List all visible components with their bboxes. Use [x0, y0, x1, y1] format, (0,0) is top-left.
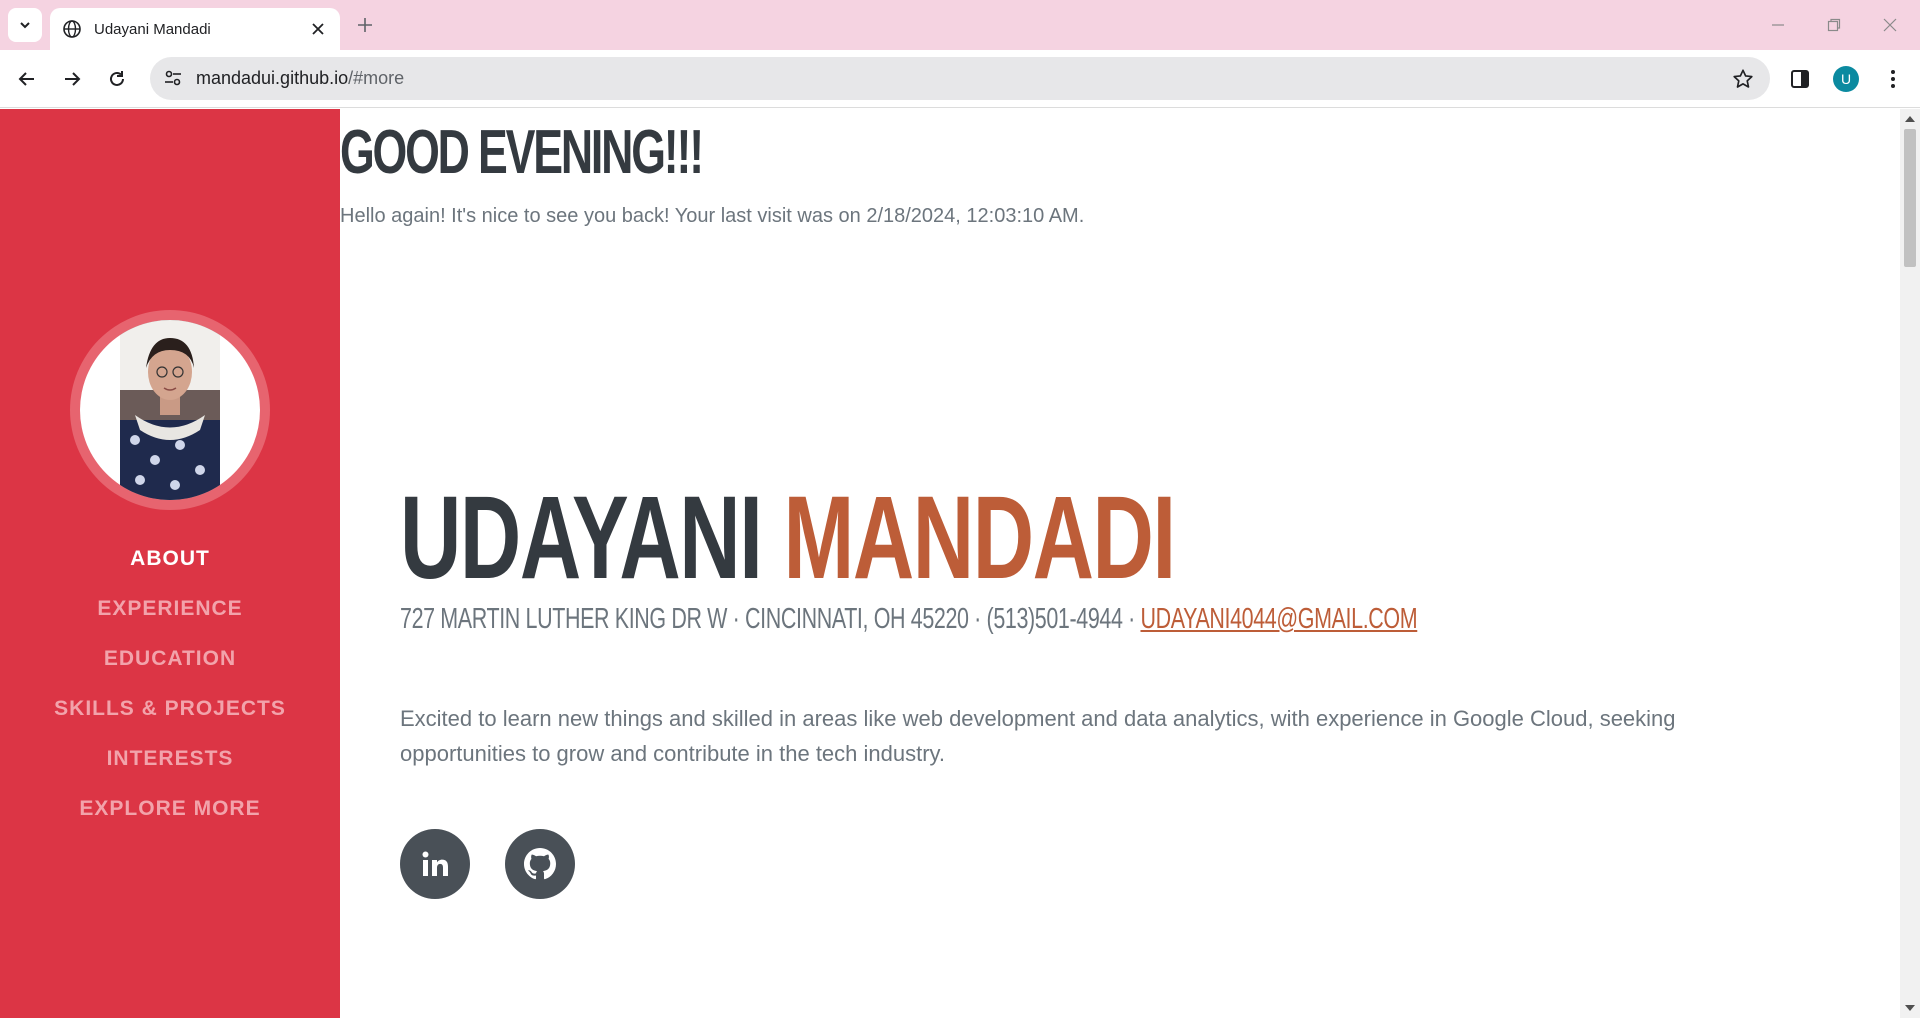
close-window-button[interactable]: [1862, 0, 1918, 50]
close-icon: [1883, 18, 1897, 32]
first-name: UDAYANI: [400, 472, 763, 604]
full-name-heading: UDAYANI MANDADI: [400, 479, 1176, 597]
site-info-icon[interactable]: [162, 67, 186, 91]
greeting-heading: GOOD EVENING!!!: [340, 118, 704, 187]
linkedin-icon: [422, 851, 448, 876]
tab-search-button[interactable]: [8, 8, 42, 42]
restore-button[interactable]: [1806, 0, 1862, 50]
address-text: 727 MARTIN LUTHER KING DR W · CINCINNATI…: [400, 603, 1141, 635]
arrow-right-icon: [65, 72, 81, 86]
new-tab-button[interactable]: [352, 12, 378, 38]
summary-text: Excited to learn new things and skilled …: [400, 706, 1676, 766]
side-panel-icon: [1791, 70, 1809, 88]
side-panel-button[interactable]: [1785, 64, 1815, 94]
sidebar: ABOUT EXPERIENCE EDUCATION SKILLS & PROJ…: [0, 109, 340, 1018]
browser-tab[interactable]: Udayani Mandadi: [50, 8, 340, 50]
email-link[interactable]: UDAYANI4044@GMAIL.COM: [1140, 603, 1417, 635]
url-host: mandadui.github.io: [196, 68, 349, 88]
chevron-down-icon: [20, 22, 30, 29]
last-name: MANDADI: [783, 472, 1177, 604]
reload-button[interactable]: [100, 62, 134, 96]
minimize-button[interactable]: [1750, 0, 1806, 50]
arrow-left-icon: [18, 72, 34, 86]
plus-icon: [358, 18, 372, 32]
close-tab-icon[interactable]: [308, 19, 328, 39]
profile-photo-frame: [70, 310, 270, 510]
nav-education[interactable]: EDUCATION: [0, 634, 340, 684]
minimize-icon: [1772, 24, 1784, 26]
url-path: /#more: [348, 68, 405, 88]
restore-icon: [1827, 18, 1841, 32]
main-content: GOOD EVENING!!! Hello again! It's nice t…: [340, 109, 1900, 1018]
nav-interests[interactable]: INTERESTS: [0, 734, 340, 784]
visit-message: Hello again! It's nice to see you back! …: [340, 205, 1085, 227]
more-vert-icon: [1891, 70, 1895, 88]
nav-about[interactable]: ABOUT: [0, 534, 340, 584]
back-button[interactable]: [10, 62, 44, 96]
nav-experience[interactable]: EXPERIENCE: [0, 584, 340, 634]
sidebar-nav: ABOUT EXPERIENCE EDUCATION SKILLS & PROJ…: [0, 534, 340, 834]
nav-skills-projects[interactable]: SKILLS & PROJECTS: [0, 684, 340, 734]
forward-button[interactable]: [55, 62, 89, 96]
tab-title: Udayani Mandadi: [94, 20, 211, 38]
globe-icon: [62, 19, 82, 39]
page-viewport: ABOUT EXPERIENCE EDUCATION SKILLS & PROJ…: [0, 109, 1920, 1018]
linkedin-button[interactable]: [400, 829, 470, 899]
url-text[interactable]: mandadui.github.io/#more: [196, 68, 1730, 89]
scroll-down-icon[interactable]: [1904, 1002, 1916, 1014]
profile-photo: [80, 320, 260, 500]
scrollbar-thumb[interactable]: [1904, 129, 1916, 267]
github-button[interactable]: [505, 829, 575, 899]
page-scrollbar[interactable]: [1900, 109, 1920, 1018]
reload-icon: [110, 71, 124, 86]
browser-menu-button[interactable]: [1880, 64, 1906, 94]
scroll-up-icon[interactable]: [1904, 113, 1916, 125]
address-bar[interactable]: mandadui.github.io/#more: [150, 57, 1770, 100]
bookmark-star-icon[interactable]: [1730, 66, 1756, 92]
tab-strip: Udayani Mandadi: [0, 0, 1920, 50]
contact-line: 727 MARTIN LUTHER KING DR W · CINCINNATI…: [400, 603, 1418, 636]
profile-avatar[interactable]: U: [1833, 66, 1859, 92]
browser-toolbar: mandadui.github.io/#more U: [0, 50, 1920, 108]
nav-explore-more[interactable]: EXPLORE MORE: [0, 784, 340, 834]
github-icon: [524, 848, 556, 880]
